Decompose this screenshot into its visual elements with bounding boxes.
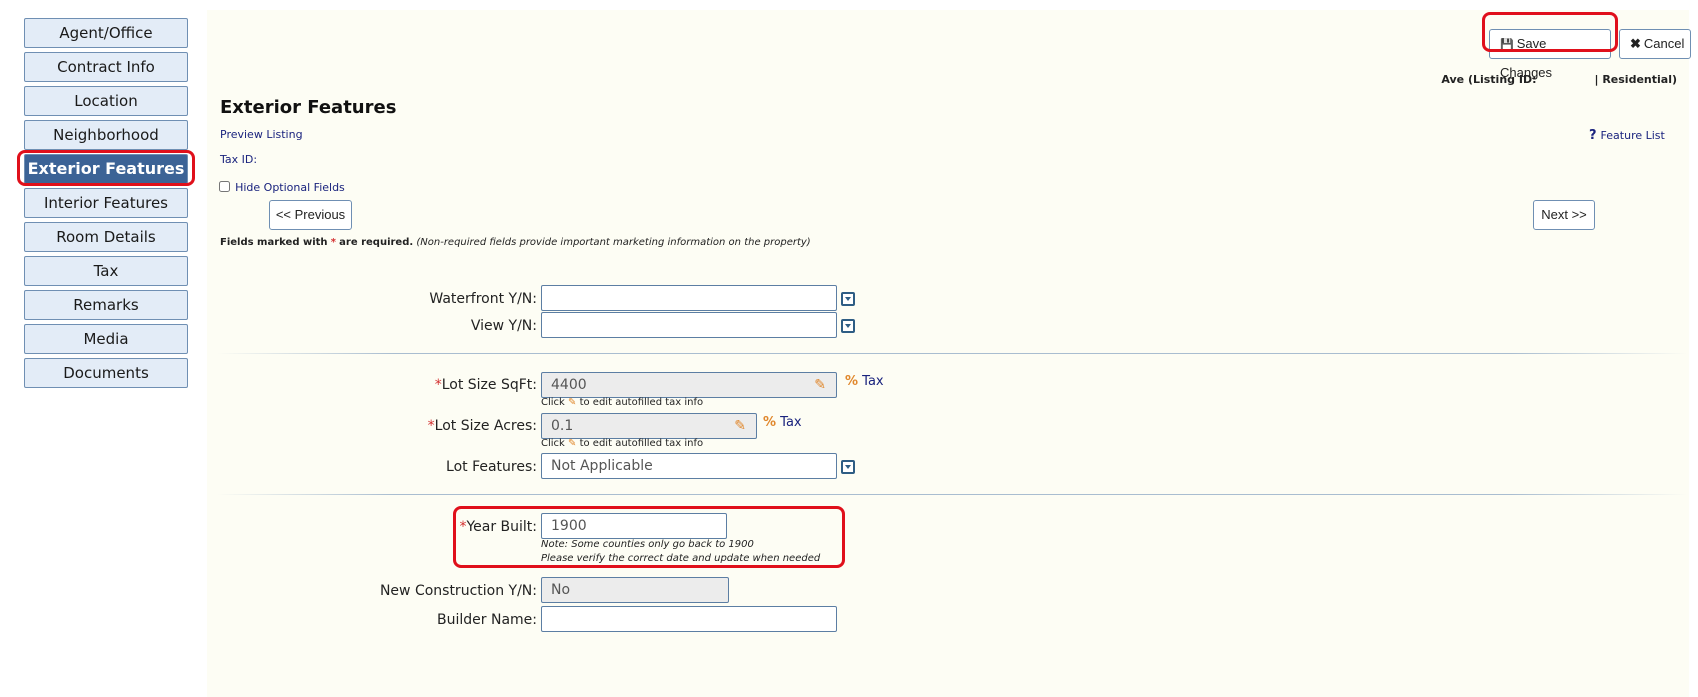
lot-features-select[interactable]: Not Applicable	[541, 453, 837, 479]
autofill-hint: Click ✎ to edit autofilled tax info	[541, 397, 704, 408]
hide-optional-row: Hide Optional Fields	[219, 176, 345, 195]
highlight-save-changes	[1482, 12, 1618, 52]
autofill-hint: Click ✎ to edit autofilled tax info	[541, 438, 704, 449]
new-construction-label: New Construction Y/N:	[379, 583, 537, 599]
highlight-exterior-features	[17, 150, 195, 186]
lot-sqft-input[interactable]: 4400 ✎	[541, 372, 837, 398]
lot-sqft-label: *Lot Size SqFt:	[434, 377, 537, 393]
sidebar-item-documents[interactable]: Documents	[24, 358, 188, 388]
lot-acres-input[interactable]: 0.1 ✎	[541, 413, 757, 439]
preview-listing-link[interactable]: Preview Listing	[220, 128, 303, 141]
sidebar-item-tax[interactable]: Tax	[24, 256, 188, 286]
help-icon: ?	[1589, 128, 1597, 143]
pencil-icon[interactable]: ✎	[734, 414, 746, 438]
sidebar-nav: Agent/Office Contract Info Location Neig…	[24, 18, 188, 392]
chevron-down-icon[interactable]	[841, 319, 855, 333]
cancel-button[interactable]: ✖ Cancel	[1619, 29, 1691, 59]
view-select[interactable]	[541, 312, 837, 338]
pencil-icon: ✎	[568, 397, 577, 408]
percent-icon: %	[845, 374, 859, 389]
next-button[interactable]: Next >>	[1533, 200, 1595, 230]
sidebar-item-location[interactable]: Location	[24, 86, 188, 116]
sidebar-item-interior-features[interactable]: Interior Features	[24, 188, 188, 218]
pencil-icon: ✎	[568, 438, 577, 449]
previous-button[interactable]: << Previous	[269, 200, 352, 230]
tax-id-label: Tax ID:	[220, 153, 258, 166]
sidebar-item-agent-office[interactable]: Agent/Office	[24, 18, 188, 48]
pencil-icon[interactable]: ✎	[814, 373, 826, 397]
waterfront-label: Waterfront Y/N:	[429, 291, 537, 307]
lot-sqft-tax-link[interactable]: % Tax	[845, 374, 884, 389]
lot-acres-label: *Lot Size Acres:	[427, 418, 537, 434]
lot-features-label: Lot Features:	[446, 459, 537, 475]
waterfront-select[interactable]	[541, 285, 837, 311]
sidebar-item-media[interactable]: Media	[24, 324, 188, 354]
sidebar-item-neighborhood[interactable]: Neighborhood	[24, 120, 188, 150]
sidebar-item-contract-info[interactable]: Contract Info	[24, 52, 188, 82]
sidebar-item-remarks[interactable]: Remarks	[24, 290, 188, 320]
main-panel: 💾 Save Changes ✖ Cancel Ave (Listing ID: | …	[207, 10, 1691, 697]
required-note: Fields marked with * are required. (Non-…	[220, 237, 811, 248]
listing-info: Ave (Listing ID: | Residential)	[1441, 73, 1677, 86]
highlight-year-built	[453, 506, 845, 568]
percent-icon: %	[763, 415, 777, 430]
chevron-down-icon[interactable]	[841, 460, 855, 474]
builder-name-input[interactable]	[541, 606, 837, 632]
view-label: View Y/N:	[470, 318, 537, 334]
feature-list-link[interactable]: ? Feature List	[1589, 128, 1665, 143]
sidebar-item-room-details[interactable]: Room Details	[24, 222, 188, 252]
hide-optional-label[interactable]: Hide Optional Fields	[235, 181, 345, 194]
lot-acres-tax-link[interactable]: % Tax	[763, 415, 802, 430]
section-divider	[217, 494, 1687, 495]
new-construction-select[interactable]: No	[541, 577, 729, 603]
page-title: Exterior Features	[220, 97, 397, 118]
builder-name-label: Builder Name:	[437, 612, 537, 628]
close-icon: ✖	[1630, 36, 1641, 51]
hide-optional-checkbox[interactable]	[219, 181, 230, 192]
section-divider	[217, 353, 1687, 354]
chevron-down-icon[interactable]	[841, 292, 855, 306]
